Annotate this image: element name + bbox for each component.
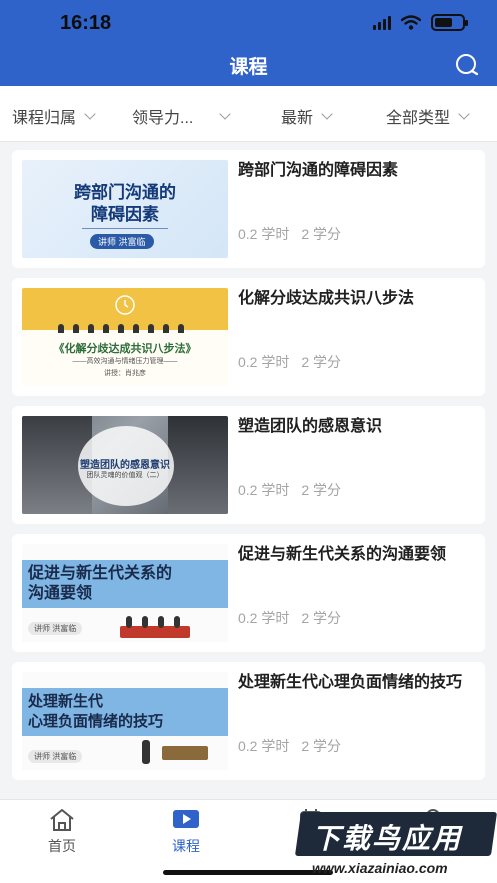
filter-sort-latest[interactable]: 最新	[281, 104, 333, 128]
tab-courses[interactable]: 课程	[146, 806, 226, 856]
status-icons	[373, 14, 468, 31]
watermark-url: www.xiazainiao.com	[312, 860, 448, 876]
page-title: 课程	[229, 57, 268, 78]
status-bar: 16:18	[0, 0, 497, 46]
course-meta: 0.2 学时 2 学分	[238, 608, 341, 628]
course-title: 化解分歧达成共识八步法	[238, 290, 415, 307]
thumb-subheading: 团队灵魂的价值观（二）	[86, 472, 164, 479]
thumb-heading: 跨部门沟通的	[74, 183, 176, 202]
desk-illustration	[162, 746, 208, 760]
thumb-heading: 心理负面情绪的技巧	[28, 713, 164, 730]
course-thumbnail: 促进与新生代关系的 沟通要领 讲师 洪富临	[22, 544, 228, 642]
people-icons	[58, 324, 184, 333]
thumb-heading: 塑造团队的感恩意识	[80, 460, 170, 471]
filter-label: 课程归属	[12, 110, 77, 127]
cellular-signal-icon	[373, 15, 391, 30]
tab-home[interactable]: 首页	[22, 806, 102, 856]
thumb-subheading: ——高效沟通与情绪压力管理——	[72, 358, 178, 365]
course-title: 跨部门沟通的障碍因素	[238, 162, 399, 179]
filter-course-owner[interactable]: 课程归属	[12, 104, 96, 128]
chevron-down-icon	[84, 108, 96, 120]
search-icon[interactable]	[453, 50, 483, 80]
filter-leadership[interactable]: 领导力...	[132, 104, 232, 128]
thumb-lecturer: 讲师 洪富临	[90, 234, 154, 249]
course-meta: 0.2 学时 2 学分	[238, 480, 341, 500]
course-card[interactable]: 处理新生代 心理负面情绪的技巧 讲师 洪富临 处理新生代心理负面情绪的技巧 0.…	[12, 662, 485, 780]
course-credits: 2 学分	[301, 610, 342, 626]
course-card[interactable]: 《化解分歧达成共识八步法》 ——高效沟通与情绪压力管理—— 讲授：肖兆彦 化解分…	[12, 278, 485, 396]
home-icon	[50, 809, 74, 831]
course-card[interactable]: 促进与新生代关系的 沟通要领 讲师 洪富临 促进与新生代关系的沟通要领 0.2 …	[12, 534, 485, 652]
course-hours: 0.2 学时	[238, 226, 290, 242]
filter-label: 最新	[281, 110, 314, 127]
thumb-lecturer: 讲师 洪富临	[28, 750, 83, 763]
course-meta: 0.2 学时 2 学分	[238, 736, 341, 756]
watermark-text: 下载鸟应用	[312, 823, 463, 854]
course-hours: 0.2 学时	[238, 610, 290, 626]
filter-label: 全部类型	[386, 110, 451, 127]
filter-all-types[interactable]: 全部类型	[386, 104, 470, 128]
navbar: 课程	[0, 46, 497, 86]
course-card[interactable]: 塑造团队的感恩意识 团队灵魂的价值观（二） 塑造团队的感恩意识 0.2 学时 2…	[12, 406, 485, 524]
thumb-lecturer: 讲授：肖兆彦	[104, 370, 146, 377]
course-title: 塑造团队的感恩意识	[238, 418, 383, 435]
course-credits: 2 学分	[301, 226, 342, 242]
clock-icon	[115, 295, 135, 315]
chevron-down-icon	[219, 108, 232, 120]
thumb-heading: 《化解分歧达成共识八步法》	[53, 343, 197, 355]
watermark-logo: 下载鸟应用 www.xiazainiao.com	[294, 812, 497, 878]
course-hours: 0.2 学时	[238, 354, 290, 370]
course-credits: 2 学分	[301, 482, 342, 498]
course-meta: 0.2 学时 2 学分	[238, 224, 341, 244]
course-hours: 0.2 学时	[238, 482, 290, 498]
chevron-down-icon	[458, 108, 470, 120]
course-meta: 0.2 学时 2 学分	[238, 352, 341, 372]
thumb-heading: 沟通要领	[28, 585, 93, 602]
course-credits: 2 学分	[301, 738, 342, 754]
thumb-heading: 促进与新生代关系的	[28, 565, 173, 582]
status-time: 16:18	[60, 12, 112, 34]
chevron-down-icon	[321, 108, 333, 120]
course-hours: 0.2 学时	[238, 738, 290, 754]
course-card[interactable]: 跨部门沟通的 障碍因素 讲师 洪富临 跨部门沟通的障碍因素 0.2 学时 2 学…	[12, 150, 485, 268]
tab-label: 首页	[48, 838, 76, 854]
course-thumbnail: 塑造团队的感恩意识 团队灵魂的价值观（二）	[22, 416, 228, 514]
play-icon	[173, 810, 199, 828]
filter-bar: 课程归属 领导力... 最新 全部类型	[0, 86, 497, 142]
course-thumbnail: 处理新生代 心理负面情绪的技巧 讲师 洪富临	[22, 672, 228, 770]
course-credits: 2 学分	[301, 354, 342, 370]
course-title: 促进与新生代关系的沟通要领	[238, 546, 447, 563]
tab-label: 课程	[172, 838, 200, 854]
course-thumbnail: 跨部门沟通的 障碍因素 讲师 洪富临	[22, 160, 228, 258]
thumb-heading: 障碍因素	[91, 205, 159, 224]
filter-label: 领导力...	[132, 110, 194, 127]
course-thumbnail: 《化解分歧达成共识八步法》 ——高效沟通与情绪压力管理—— 讲授：肖兆彦	[22, 288, 228, 386]
course-title: 处理新生代心理负面情绪的技巧	[238, 674, 463, 691]
thumb-heading: 处理新生代	[28, 693, 104, 710]
wifi-icon	[401, 15, 421, 30]
thumb-lecturer: 讲师 洪富临	[28, 622, 83, 635]
battery-icon	[431, 14, 468, 31]
